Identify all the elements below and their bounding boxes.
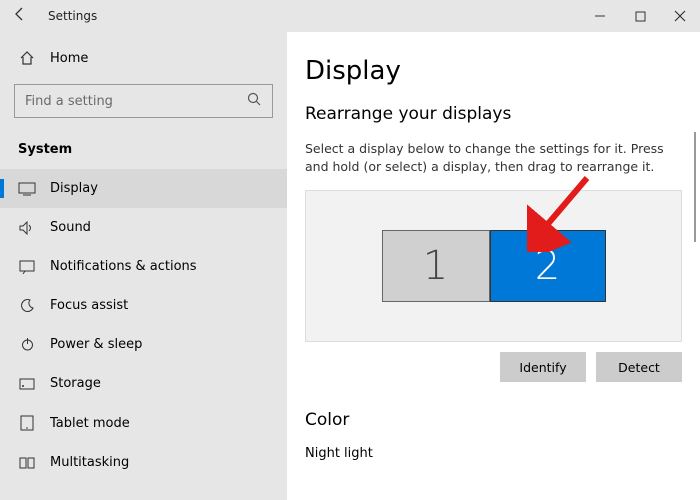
sidebar-item-label: Notifications & actions <box>50 259 197 274</box>
sidebar-item-label: Focus assist <box>50 298 128 313</box>
home-nav[interactable]: Home <box>0 40 287 76</box>
notification-icon <box>18 260 36 274</box>
sidebar-item-tablet[interactable]: Tablet mode <box>0 403 287 443</box>
monitor-icon <box>18 182 36 196</box>
back-button[interactable] <box>0 6 40 26</box>
monitor-number: 2 <box>535 243 560 289</box>
search-box[interactable] <box>14 84 273 118</box>
category-label: System <box>0 132 287 169</box>
power-icon <box>18 337 36 352</box>
titlebar: Settings <box>0 0 700 32</box>
display-arrangement-area[interactable]: 1 2 <box>305 190 682 342</box>
sidebar-item-multitasking[interactable]: Multitasking <box>0 443 287 482</box>
storage-icon <box>18 378 36 390</box>
night-light-label: Night light <box>305 446 682 461</box>
sidebar-item-label: Multitasking <box>50 455 129 470</box>
sidebar-item-label: Power & sleep <box>50 337 142 352</box>
sidebar-item-storage[interactable]: Storage <box>0 364 287 403</box>
moon-icon <box>18 298 36 313</box>
sidebar-item-focus-assist[interactable]: Focus assist <box>0 286 287 325</box>
close-button[interactable] <box>660 2 700 30</box>
section-title-color: Color <box>305 410 682 430</box>
search-input[interactable] <box>25 94 246 109</box>
identify-button[interactable]: Identify <box>500 352 586 382</box>
tablet-icon <box>18 415 36 431</box>
multitask-icon <box>18 457 36 469</box>
monitor-number: 1 <box>423 243 448 289</box>
page-title: Display <box>305 56 682 86</box>
sidebar: Home System Display Sound Notification <box>0 32 287 500</box>
detect-button[interactable]: Detect <box>596 352 682 382</box>
section-description: Select a display below to change the set… <box>305 140 675 176</box>
maximize-button[interactable] <box>620 2 660 30</box>
sidebar-item-notifications[interactable]: Notifications & actions <box>0 247 287 286</box>
section-title-rearrange: Rearrange your displays <box>305 104 682 124</box>
search-icon <box>246 91 262 111</box>
sidebar-item-display[interactable]: Display <box>0 169 287 208</box>
home-label: Home <box>50 51 88 66</box>
speaker-icon <box>18 221 36 235</box>
monitor-1[interactable]: 1 <box>382 230 490 302</box>
sidebar-item-label: Storage <box>50 376 101 391</box>
sidebar-item-label: Tablet mode <box>50 416 130 431</box>
scrollbar[interactable] <box>694 132 696 242</box>
minimize-button[interactable] <box>580 2 620 30</box>
sidebar-item-label: Display <box>50 181 98 196</box>
sidebar-item-sound[interactable]: Sound <box>0 208 287 247</box>
monitor-2[interactable]: 2 <box>490 230 606 302</box>
content-pane: Display Rearrange your displays Select a… <box>287 32 700 500</box>
sidebar-item-power[interactable]: Power & sleep <box>0 325 287 364</box>
home-icon <box>18 50 36 66</box>
window-title: Settings <box>40 9 97 23</box>
sidebar-item-label: Sound <box>50 220 91 235</box>
